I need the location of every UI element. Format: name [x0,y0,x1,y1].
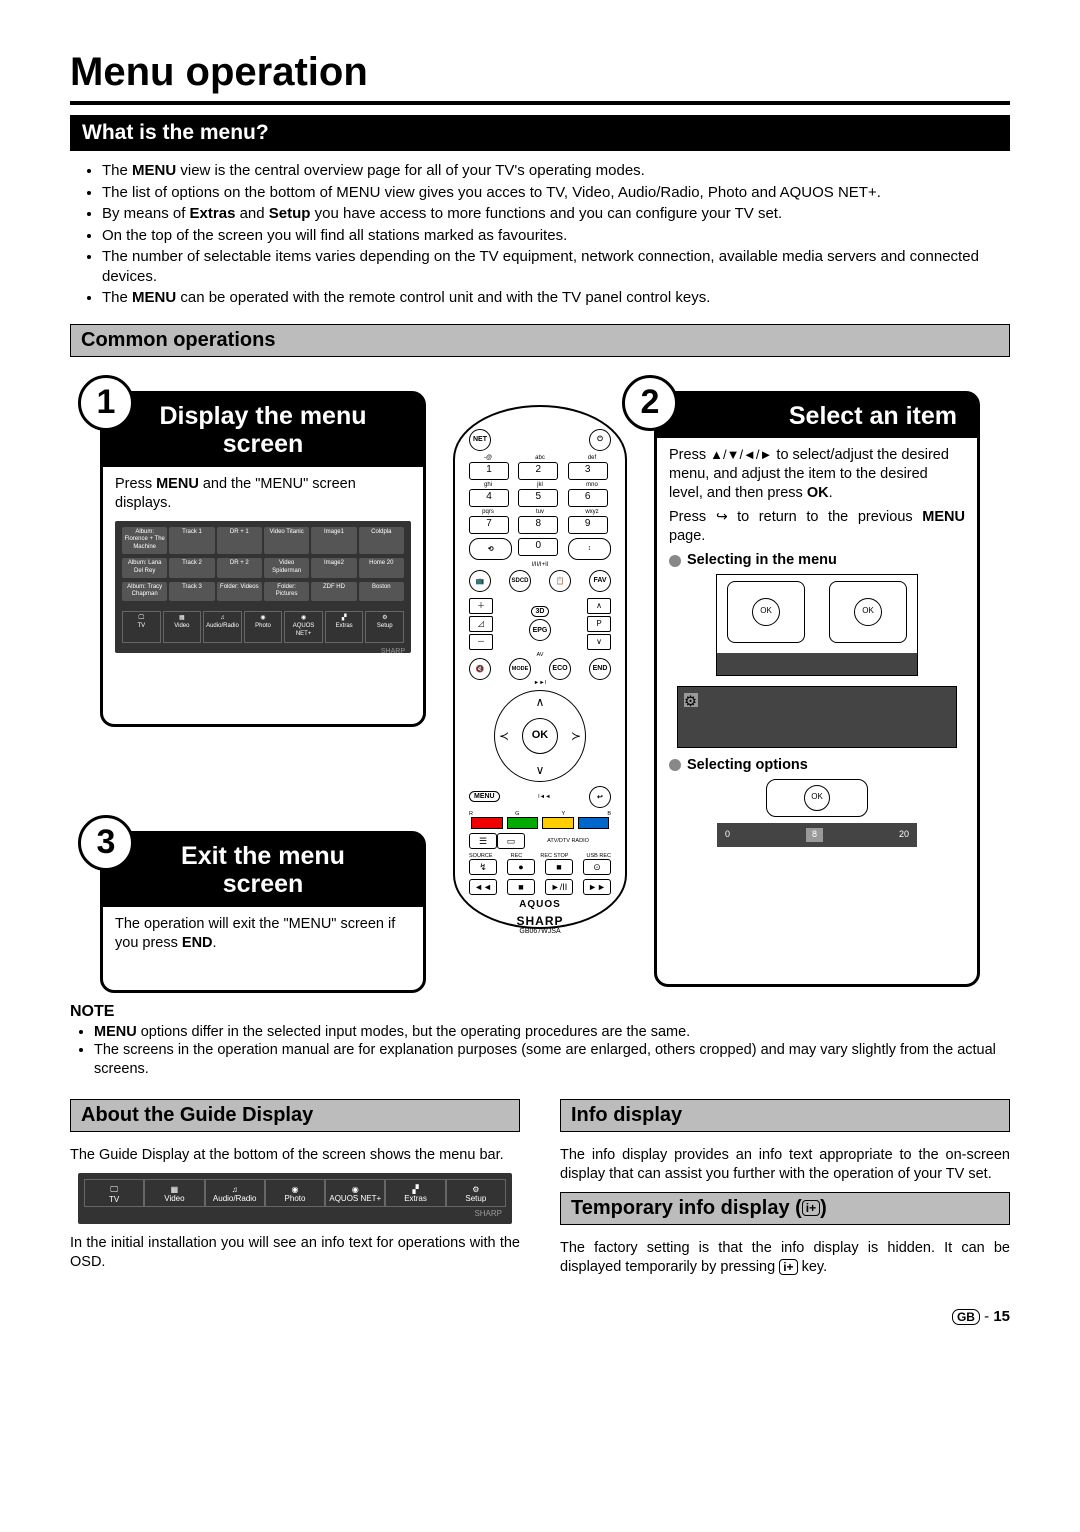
step-3-card: Exit the menu screen The operation will … [100,831,426,993]
page-number: 15 [993,1308,1010,1325]
remote-control-diagram: NET ⏻ -@abcdef 1 2 3 ghijklmno 4 5 6 pqr… [453,405,627,929]
what-is-menu-bullets: The MENU view is the central overview pa… [70,151,1010,320]
selecting-settings-strip: ⚙ [677,686,957,748]
section-about-guide: About the Guide Display [70,1099,520,1132]
step-1-card: Display the menu screen Press MENU and t… [100,391,426,727]
about-guide-p1: The Guide Display at the bottom of the s… [70,1146,520,1165]
step-2-body-1: Press ▲/▼/◄/► to select/adjust the desir… [669,446,965,503]
step-3-body: The operation will exit the "MENU" scree… [103,907,423,961]
remote-net-button: NET [469,429,491,451]
back-icon: ↩ [716,507,728,525]
step-2-title: Select an item [657,394,977,439]
step-1-badge: 1 [78,375,134,431]
section-common-operations: Common operations [70,324,1010,357]
gray-bullet-icon [669,759,681,771]
page-footer: GB - 15 [70,1308,1010,1325]
selecting-menu-diagram: OK OK [716,574,918,676]
selecting-in-menu-heading: Selecting in the menu [669,551,965,570]
page-title: Menu operation [70,50,1010,105]
gb-badge: GB [952,1309,980,1325]
menu-screen-diagram: Album: Florence + The Machine Track 1 DR… [115,521,411,653]
selecting-options-diagram: OK 0 8 20 [717,779,917,847]
info-display-p1: The info display provides an info text a… [560,1146,1010,1184]
step-1-title: Display the menu screen [103,394,423,468]
remote-dpad: OK ∧ ∨ ≺ ≻ [494,690,586,782]
menu-bar-diagram: 🖵TV ▦Video ♫Audio/Radio ◉Photo ◉AQUOS NE… [78,1173,512,1224]
gray-bullet-icon [669,555,681,567]
step-1-body: Press MENU and the "MENU" screen display… [115,475,411,513]
note-list: MENU options differ in the selected inpu… [70,1023,1010,1080]
info-plus-icon: i+ [779,1259,797,1275]
remote-brand-aquos: AQUOS [469,899,611,910]
about-guide-p2: In the initial installation you will see… [70,1234,520,1272]
temporary-info-p: The factory setting is that the info dis… [560,1239,1010,1277]
section-temporary-info: Temporary info display (i+) [560,1192,1010,1225]
remote-power-button: ⏻ [589,429,611,451]
remote-brand-sharp: SHARP [469,914,611,928]
remote-back-button: ↩ [589,786,611,808]
selecting-options-heading: Selecting options [669,756,965,775]
note-label: NOTE [70,1003,1010,1021]
info-plus-icon: i+ [802,1200,820,1216]
section-info-display: Info display [560,1099,1010,1132]
remote-model: GB067WJSA [469,928,611,935]
step-2-badge: 2 [622,375,678,431]
step-3-badge: 3 [78,815,134,871]
remote-menu-button: MENU [469,791,500,802]
section-what-is-menu: What is the menu? [70,115,1010,151]
step-3-title: Exit the menu screen [103,834,423,908]
common-operations-area: 1 2 3 Display the menu screen Press MENU… [70,371,1010,991]
step-2-card: Select an item Press ▲/▼/◄/► to select/a… [654,391,980,987]
step-2-body-2: Press ↩ to return to the previous MENU p… [669,507,965,546]
remote-ok-button: OK [522,718,558,754]
